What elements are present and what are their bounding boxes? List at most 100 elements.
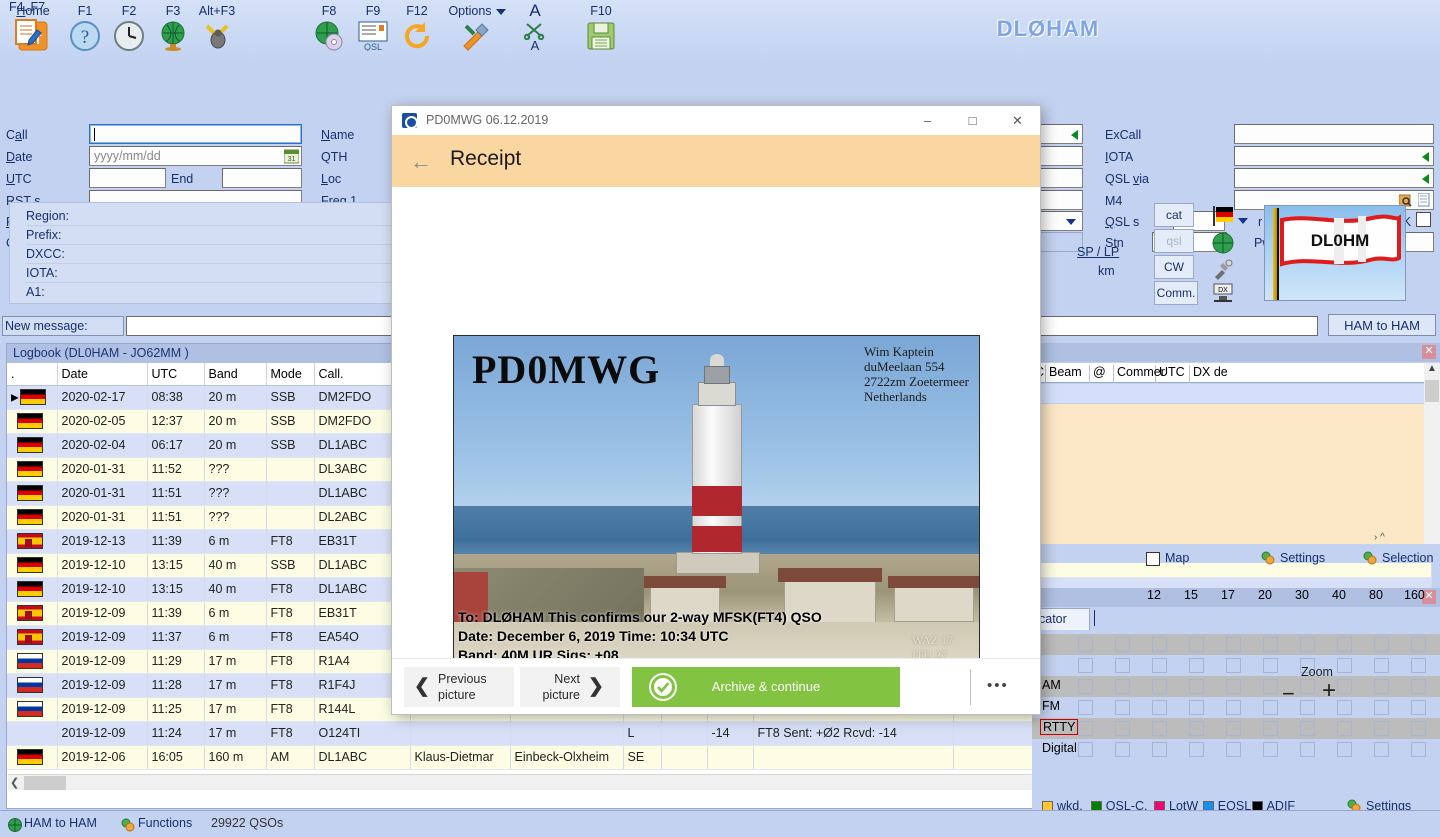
matrix-cell[interactable] <box>1152 637 1167 652</box>
matrix-cell[interactable] <box>1374 637 1389 652</box>
matrix-cell[interactable] <box>1152 658 1167 673</box>
row-utc[interactable]: 08:38 <box>147 385 205 410</box>
row-band[interactable]: 6 m <box>204 601 267 626</box>
back-arrow-icon[interactable]: ← <box>410 149 432 175</box>
row-mode[interactable]: SSB <box>266 409 315 434</box>
next-picture-button[interactable]: Next picture ❯ <box>520 667 620 707</box>
map-checkbox[interactable] <box>1146 552 1160 566</box>
matrix-band-header[interactable]: 15 <box>1182 588 1200 602</box>
matrix-band-header[interactable]: 20 <box>1256 588 1274 602</box>
matrix-cell[interactable] <box>1189 700 1204 715</box>
matrix-cell[interactable] <box>1226 679 1241 694</box>
row-band[interactable]: 40 m <box>204 577 267 602</box>
matrix-cell[interactable] <box>1300 679 1315 694</box>
scroll-left-icon[interactable]: ❮ <box>10 776 19 789</box>
row-mode[interactable]: SSB <box>266 433 315 458</box>
selection-label[interactable]: Selection <box>1382 551 1433 565</box>
date-input[interactable]: yyyy/mm/dd 31 <box>89 146 302 166</box>
matrix-cell[interactable] <box>1374 679 1389 694</box>
archive-and-continue-button[interactable]: Archive & continue <box>632 667 900 707</box>
matrix-cell[interactable] <box>1300 742 1315 757</box>
matrix-band-header[interactable]: 160 <box>1404 588 1425 602</box>
matrix-cell[interactable] <box>1374 742 1389 757</box>
matrix-cell[interactable] <box>1300 721 1315 736</box>
row-mode[interactable]: FT8 <box>266 601 315 626</box>
row-utc[interactable]: 11:39 <box>147 601 205 626</box>
dx-col-beam[interactable]: Beam <box>1046 365 1090 383</box>
row-utc[interactable]: 13:15 <box>147 577 205 602</box>
row-mode[interactable]: AM <box>266 745 315 770</box>
dx-vertical-scrollbar[interactable]: ▲ <box>1424 363 1440 544</box>
matrix-mode-label[interactable]: Digital <box>1042 741 1077 755</box>
row-comment[interactable] <box>753 745 954 770</box>
matrix-cell[interactable] <box>1263 637 1278 652</box>
utc-start-input[interactable] <box>89 168 166 188</box>
row-band[interactable]: 17 m <box>204 649 267 674</box>
row-mode[interactable]: FT8 <box>266 625 315 650</box>
row-mode[interactable]: FT8 <box>266 697 315 722</box>
matrix-cell[interactable] <box>1374 658 1389 673</box>
matrix-cell[interactable] <box>1078 742 1093 757</box>
globe-icon[interactable] <box>1212 232 1236 256</box>
matrix-cell[interactable] <box>1078 700 1093 715</box>
matrix-cell[interactable] <box>1078 679 1093 694</box>
row-date[interactable]: 2019-12-09 <box>57 601 148 626</box>
row-c3[interactable] <box>707 745 754 770</box>
row-utc[interactable]: 11:37 <box>147 625 205 650</box>
col-header-band[interactable]: Band <box>204 363 267 386</box>
matrix-cell[interactable] <box>1078 658 1093 673</box>
row-date[interactable]: 2019-12-13 <box>57 529 148 554</box>
col-header-mark[interactable]: . <box>7 363 58 386</box>
matrix-cell[interactable] <box>1226 637 1241 652</box>
row-qth[interactable]: Einbeck-Olxheim <box>510 745 624 770</box>
matrix-band-header[interactable]: 30 <box>1293 588 1311 602</box>
row-utc[interactable]: 11:29 <box>147 649 205 674</box>
row-utc[interactable]: 12:37 <box>147 409 205 434</box>
matrix-cell[interactable] <box>1152 742 1167 757</box>
row-comment[interactable]: FT8 Sent: +Ø2 Rcvd: -14 <box>753 721 954 746</box>
excall-input[interactable] <box>1234 124 1434 144</box>
cat-button[interactable]: cat <box>1154 203 1194 227</box>
matrix-cell[interactable] <box>1115 700 1130 715</box>
row-mode[interactable] <box>266 457 315 482</box>
matrix-cell[interactable] <box>1337 637 1352 652</box>
dx-entries-list[interactable] <box>1032 404 1424 544</box>
iota-input[interactable] <box>1234 146 1434 166</box>
row-qth[interactable] <box>510 721 624 746</box>
matrix-cell[interactable] <box>1263 679 1278 694</box>
matrix-cell[interactable] <box>1263 721 1278 736</box>
matrix-cell[interactable] <box>1374 721 1389 736</box>
matrix-cell[interactable] <box>1226 700 1241 715</box>
row-band[interactable]: 40 m <box>204 553 267 578</box>
matrix-cell[interactable] <box>1115 637 1130 652</box>
row-mode[interactable]: FT8 <box>266 529 315 554</box>
row-c2[interactable] <box>661 721 708 746</box>
document-icon[interactable] <box>1417 192 1430 210</box>
matrix-cell[interactable] <box>1411 658 1426 673</box>
zoom-out-button[interactable]: − <box>1282 681 1295 707</box>
matrix-band-header[interactable]: 17 <box>1219 588 1237 602</box>
comm-button[interactable]: Comm. <box>1154 281 1198 305</box>
row-band[interactable]: ??? <box>204 505 267 530</box>
row-date[interactable]: 2020-01-31 <box>57 505 148 530</box>
matrix-cell[interactable] <box>1152 679 1167 694</box>
matrix-band-header[interactable]: 12 <box>1145 588 1163 602</box>
dx-col-at[interactable]: @ <box>1090 365 1114 383</box>
matrix-cell[interactable] <box>1226 721 1241 736</box>
matrix-cell[interactable] <box>1263 742 1278 757</box>
matrix-cell[interactable] <box>1189 658 1204 673</box>
row-date[interactable]: 2020-02-17 <box>57 385 148 410</box>
matrix-cell[interactable] <box>1226 658 1241 673</box>
matrix-cell[interactable] <box>1078 721 1093 736</box>
qsl-s-dropdown-icon[interactable] <box>1238 218 1248 224</box>
matrix-mode-label[interactable]: AM <box>1042 678 1061 692</box>
row-mode[interactable]: FT8 <box>266 649 315 674</box>
row-utc[interactable]: 11:28 <box>147 673 205 698</box>
map-label[interactable]: Map <box>1165 551 1189 565</box>
row-name[interactable] <box>410 721 511 746</box>
row-date[interactable]: 2019-12-09 <box>57 673 148 698</box>
matrix-cell[interactable] <box>1337 700 1352 715</box>
row-utc[interactable]: 11:39 <box>147 529 205 554</box>
row-date[interactable]: 2019-12-09 <box>57 721 148 746</box>
row-date[interactable]: 2019-12-09 <box>57 625 148 650</box>
